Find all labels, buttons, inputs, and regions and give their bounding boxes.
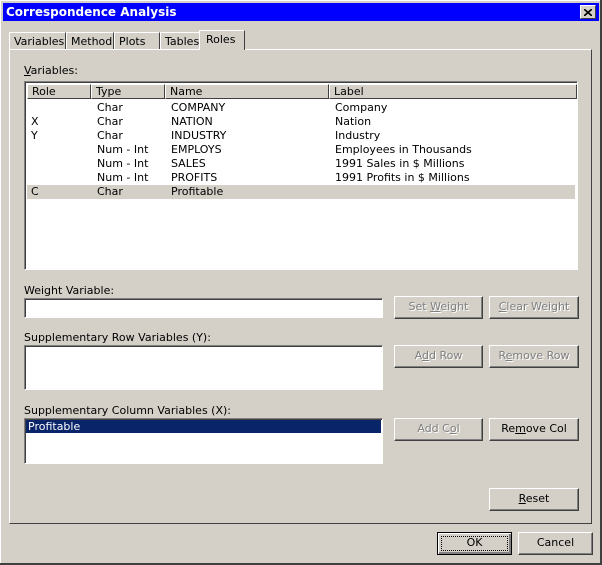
table-row[interactable]: Num - Int EMPLOYS Employees in Thousands	[27, 143, 575, 157]
cell-label: Company	[335, 101, 388, 114]
tab-method[interactable]: Method	[66, 32, 114, 49]
set-weight-button[interactable]: Set Weight	[394, 296, 483, 319]
cell-type: Char	[97, 115, 123, 128]
weight-variable-label: Weight Variable:	[24, 284, 115, 297]
table-row[interactable]: Num - Int PROFITS 1991 Profits in $ Millio…	[27, 171, 575, 185]
list-item[interactable]: Profitable	[26, 420, 381, 433]
focus-rect	[441, 536, 508, 551]
cell-label: 1991 Sales in $ Millions	[335, 157, 465, 170]
supplementary-row-list[interactable]	[24, 345, 383, 390]
cell-name: SALES	[171, 157, 206, 170]
variables-label: Variables:	[24, 64, 78, 77]
table-row[interactable]: Num - Int SALES 1991 Sales in $ Millions	[27, 157, 575, 171]
cell-type: Num - Int	[97, 157, 149, 170]
cell-type: Char	[97, 101, 123, 114]
cell-label: Employees in Thousands	[335, 143, 472, 156]
supplementary-row-label: Supplementary Row Variables (Y):	[24, 331, 211, 344]
remove-row-button[interactable]: Remove Row	[489, 345, 579, 368]
table-row[interactable]: Char COMPANY Company	[27, 101, 575, 115]
supplementary-column-list[interactable]: Profitable	[24, 418, 383, 464]
cell-name: EMPLOYS	[171, 143, 222, 156]
column-header-name[interactable]: Name	[165, 84, 329, 99]
column-header-type[interactable]: Type	[91, 84, 165, 99]
cell-name: COMPANY	[171, 101, 226, 114]
tab-label: Plots	[119, 35, 146, 48]
tab-variables[interactable]: Variables	[9, 32, 66, 49]
tab-label: Tables	[165, 35, 200, 48]
reset-button[interactable]: Reset	[489, 488, 579, 511]
cell-name: NATION	[171, 115, 213, 128]
cell-label: 1991 Profits in $ Millions	[335, 171, 470, 184]
clear-weight-button[interactable]: Clear Weight	[489, 296, 579, 319]
cell-label: Nation	[335, 115, 372, 128]
add-row-button[interactable]: Add Row	[394, 345, 483, 368]
title-bar: Correspondence Analysis	[3, 3, 599, 21]
tab-label: Method	[71, 35, 113, 48]
cell-type: Num - Int	[97, 171, 149, 184]
cell-role: X	[31, 115, 39, 128]
close-x-icon	[584, 8, 592, 16]
cell-name: Profitable	[171, 185, 224, 198]
weight-variable-field[interactable]	[24, 298, 383, 318]
table-row[interactable]: C Char Profitable	[27, 185, 575, 199]
variables-listview[interactable]: Role Type Name Label Char COMPANY Company X…	[24, 81, 578, 270]
close-button[interactable]	[580, 5, 596, 19]
column-header-label[interactable]: Label	[329, 84, 577, 99]
tab-label: Roles	[206, 33, 236, 46]
cell-role: Y	[31, 129, 38, 142]
cell-name: INDUSTRY	[171, 129, 227, 142]
cell-role: C	[31, 185, 39, 198]
cell-type: Char	[97, 129, 123, 142]
table-row[interactable]: Y Char INDUSTRY Industry	[27, 129, 575, 143]
supplementary-column-label: Supplementary Column Variables (X):	[24, 404, 231, 417]
tab-plots[interactable]: Plots	[114, 32, 160, 49]
window-title: Correspondence Analysis	[6, 5, 177, 19]
ok-button[interactable]: OK	[437, 532, 512, 555]
tab-label: Variables	[14, 35, 65, 48]
cancel-label: Cancel	[536, 536, 575, 549]
table-row[interactable]: X Char NATION Nation	[27, 115, 575, 129]
remove-col-button[interactable]: Remove Col	[489, 418, 579, 441]
cell-label: Industry	[335, 129, 381, 142]
listview-header: Role Type Name Label	[27, 84, 577, 99]
add-col-button[interactable]: Add Col	[394, 418, 483, 441]
cancel-button[interactable]: Cancel	[518, 532, 593, 555]
column-header-role[interactable]: Role	[27, 84, 91, 99]
tab-roles[interactable]: Roles	[199, 30, 245, 50]
dialog-window: Correspondence Analysis Variables Method…	[0, 0, 602, 565]
cell-name: PROFITS	[171, 171, 218, 184]
cell-type: Char	[97, 185, 123, 198]
cell-type: Num - Int	[97, 143, 149, 156]
